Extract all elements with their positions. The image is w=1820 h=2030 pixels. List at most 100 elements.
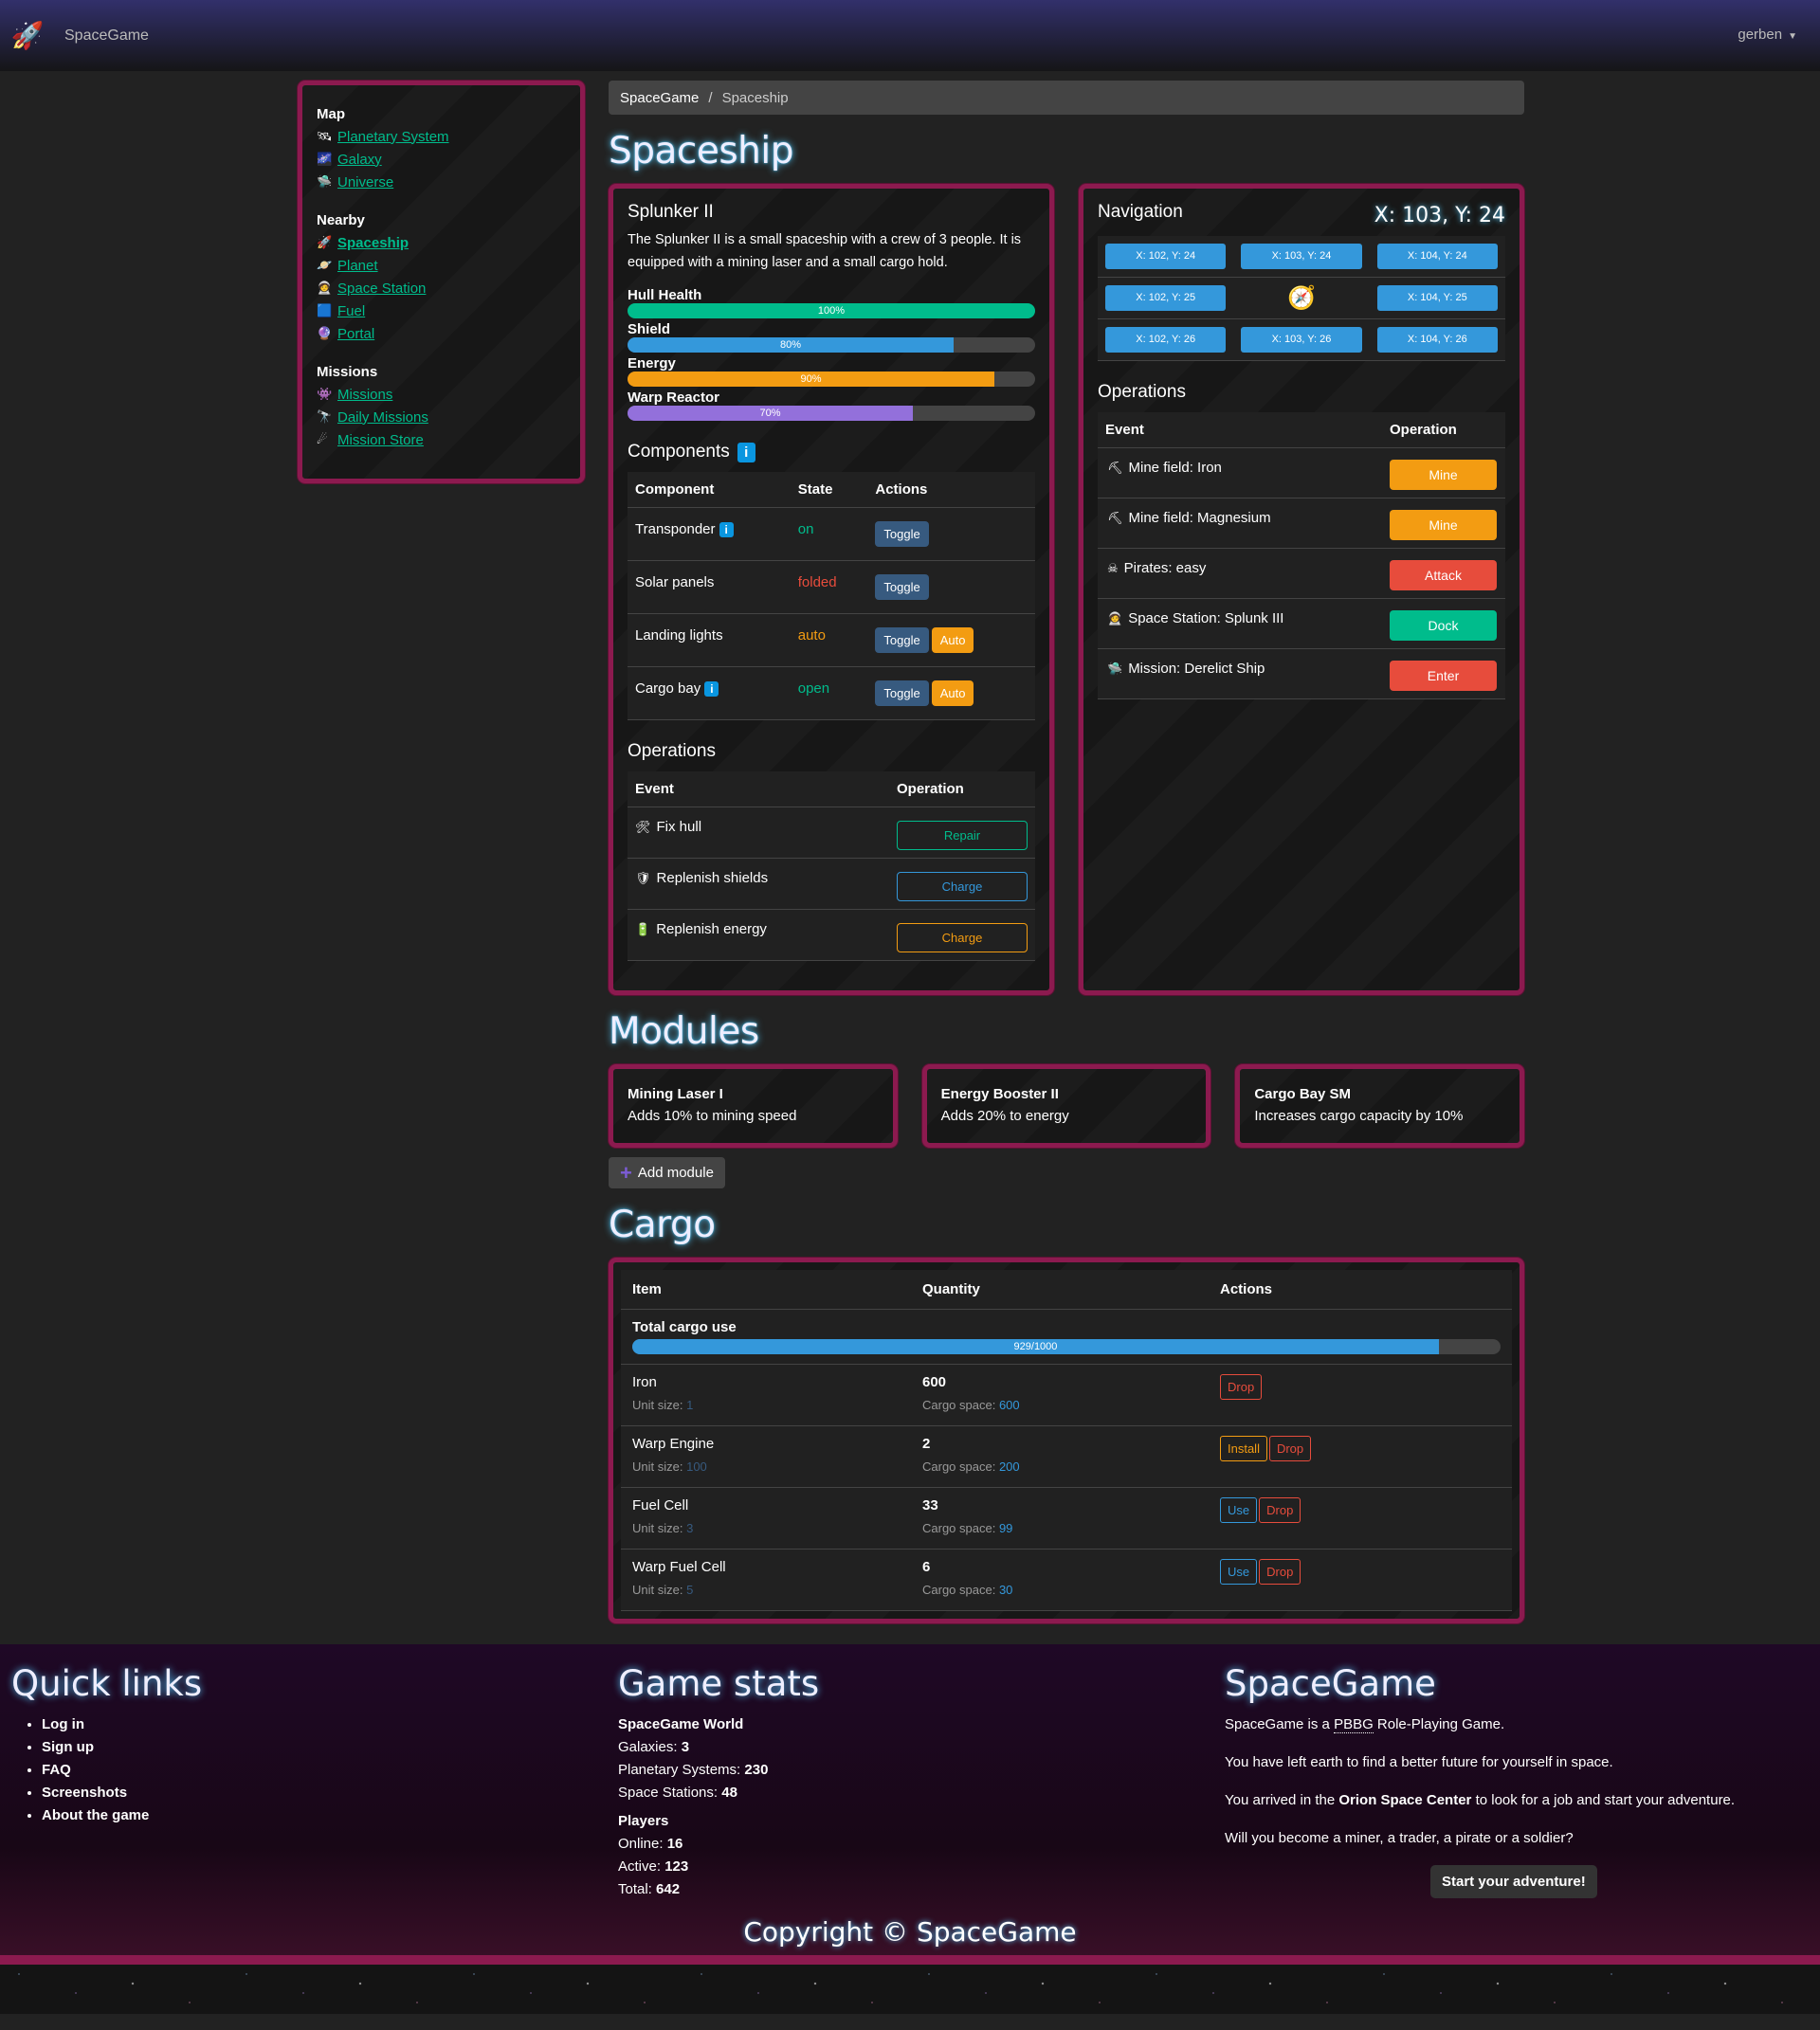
cargo-item-name: Warp Fuel Cell [632, 1559, 726, 1575]
user-menu[interactable]: gerben ▼ [1738, 27, 1797, 43]
nav-move-button[interactable]: X: 102, Y: 26 [1105, 327, 1227, 353]
galaxy-icon: 🌌 [317, 152, 333, 166]
toggle-button[interactable]: Toggle [875, 627, 929, 653]
mine-button[interactable]: Mine [1390, 510, 1497, 540]
column-header: Quantity [911, 1270, 1209, 1310]
drop-button[interactable]: Drop [1220, 1374, 1263, 1400]
breadcrumb-root[interactable]: SpaceGame [620, 90, 699, 106]
battery-icon: 🔋 [635, 922, 651, 936]
column-header: Item [621, 1270, 911, 1310]
drop-button[interactable]: Drop [1259, 1497, 1301, 1523]
use-button[interactable]: Use [1220, 1497, 1258, 1523]
sidebar-item-portal[interactable]: 🔮 Portal [317, 322, 566, 345]
toggle-button[interactable]: Toggle [875, 574, 929, 600]
nav-move-button[interactable]: X: 102, Y: 24 [1105, 244, 1227, 269]
cargo-actions: Use Drop [1209, 1549, 1512, 1611]
auto-button[interactable]: Auto [931, 627, 974, 653]
universe-icon: 🛸 [317, 174, 333, 189]
sidebar-item-space-station[interactable]: 🧑‍🚀 Space Station [317, 277, 566, 299]
cargo-row: Warp Fuel Cell Unit size: 5 6 Cargo space: … [621, 1549, 1512, 1611]
sidebar-link[interactable]: Daily Missions [337, 409, 428, 426]
nav-move-button[interactable]: X: 104, Y: 26 [1376, 327, 1498, 353]
nav-move-button[interactable]: X: 104, Y: 25 [1376, 285, 1498, 311]
component-actions: Toggle Auto [867, 613, 1035, 667]
quick-link[interactable]: Sign up [42, 1739, 94, 1755]
nav-move-button[interactable]: X: 103, Y: 24 [1241, 244, 1362, 269]
bar-fill: 90% [628, 372, 994, 387]
operation-row: 🛡 Replenish shields Charge [628, 858, 1035, 910]
event-label: Mine field: Magnesium [1128, 510, 1271, 526]
rocket-icon[interactable]: 🚀 [11, 20, 45, 52]
dock-button[interactable]: Dock [1390, 610, 1497, 641]
sidebar-link[interactable]: Spaceship [337, 235, 409, 251]
quick-links-list: Log in Sign up FAQ Screenshots About the gam… [11, 1713, 607, 1827]
quick-link-item: Sign up [42, 1736, 607, 1759]
sidebar-item-missions[interactable]: 👾 Missions [317, 383, 566, 406]
attack-button[interactable]: Attack [1390, 560, 1497, 590]
brand-link[interactable]: SpaceGame [64, 27, 149, 45]
sidebar-item-daily-missions[interactable]: 🔭 Daily Missions [317, 406, 566, 428]
auto-button[interactable]: Auto [931, 680, 974, 706]
quick-link[interactable]: FAQ [42, 1762, 71, 1778]
event-label: Fix hull [656, 819, 702, 835]
module-description: Increases cargo capacity by 10% [1254, 1108, 1464, 1124]
nav-move-button[interactable]: X: 102, Y: 25 [1105, 285, 1227, 311]
sidebar-link[interactable]: Space Station [337, 281, 426, 297]
sidebar-link[interactable]: Portal [337, 326, 374, 342]
component-name-cell: Landing lights [628, 613, 791, 667]
info-icon[interactable]: i [719, 522, 734, 537]
sidebar-item-fuel[interactable]: 🟦 Fuel [317, 299, 566, 322]
toggle-button[interactable]: Toggle [875, 680, 929, 706]
cargo-quantity-cell: 600 Cargo space: 600 [911, 1364, 1209, 1426]
toggle-button[interactable]: Toggle [875, 521, 929, 547]
component-name: Transponder [635, 521, 716, 537]
sidebar-link[interactable]: Universe [337, 174, 393, 190]
players-title: Players [618, 1813, 669, 1829]
mine-button[interactable]: Mine [1390, 460, 1497, 490]
sidebar-item-galaxy[interactable]: 🌌 Galaxy [317, 148, 566, 171]
quick-link[interactable]: Screenshots [42, 1785, 127, 1801]
current-coordinates: X: 103, Y: 24 [1374, 203, 1505, 227]
module-title: Mining Laser I [628, 1086, 723, 1102]
charge-button[interactable]: Charge [897, 923, 1028, 952]
stat-line: Space Stations: 48 [618, 1785, 737, 1801]
unit-size: Unit size: 1 [632, 1398, 694, 1412]
install-button[interactable]: Install [1220, 1436, 1267, 1461]
add-module-button[interactable]: + Add module [609, 1157, 725, 1188]
astronaut-icon: 🧑‍🚀 [1107, 611, 1123, 625]
bar-fill: 80% [628, 337, 954, 353]
sidebar-item-planet[interactable]: 🪐 Planet [317, 254, 566, 277]
game-stats-section: Game stats SpaceGame World Galaxies: 3 Pl… [607, 1663, 1213, 1901]
sidebar-link[interactable]: Planetary System [337, 129, 449, 145]
quick-link[interactable]: Log in [42, 1716, 84, 1732]
quick-link[interactable]: About the game [42, 1807, 149, 1823]
sidebar-item-planetary-system[interactable]: 🛰 Planetary System [317, 125, 566, 148]
sidebar-link[interactable]: Galaxy [337, 152, 382, 168]
component-actions: Toggle Auto [867, 666, 1035, 720]
info-icon[interactable]: i [737, 442, 755, 462]
sidebar-item-spaceship[interactable]: 🚀 Spaceship [317, 231, 566, 254]
sidebar-link[interactable]: Missions [337, 387, 392, 403]
pbbg-abbr[interactable]: PBBG [1334, 1716, 1374, 1733]
sidebar-item-universe[interactable]: 🛸 Universe [317, 171, 566, 193]
nav-move-button[interactable]: X: 103, Y: 26 [1241, 327, 1362, 353]
sidebar-item-mission-store[interactable]: ☄ Mission Store [317, 428, 566, 451]
sidebar-link[interactable]: Planet [337, 258, 378, 274]
info-icon[interactable]: i [704, 681, 719, 697]
charge-button[interactable]: Charge [897, 872, 1028, 901]
copyright: Copyright © SpaceGame [743, 1916, 1077, 1948]
component-name-cell: Transponder i [628, 507, 791, 561]
start-adventure-button[interactable]: Start your adventure! [1430, 1865, 1597, 1898]
sidebar-link[interactable]: Fuel [337, 303, 365, 319]
repair-button[interactable]: Repair [897, 821, 1028, 850]
bar-text: 90% [800, 373, 822, 385]
cargo-row: Iron Unit size: 1 600 Cargo space: 600 Drop [621, 1364, 1512, 1426]
drop-button[interactable]: Drop [1259, 1559, 1301, 1585]
nav-move-button[interactable]: X: 104, Y: 24 [1376, 244, 1498, 269]
enter-button[interactable]: Enter [1390, 661, 1497, 691]
drop-button[interactable]: Drop [1268, 1436, 1312, 1461]
sidebar-link[interactable]: Mission Store [337, 432, 424, 448]
starfield-background [0, 1965, 1820, 2014]
quick-link-item: About the game [42, 1804, 607, 1827]
use-button[interactable]: Use [1220, 1559, 1258, 1585]
